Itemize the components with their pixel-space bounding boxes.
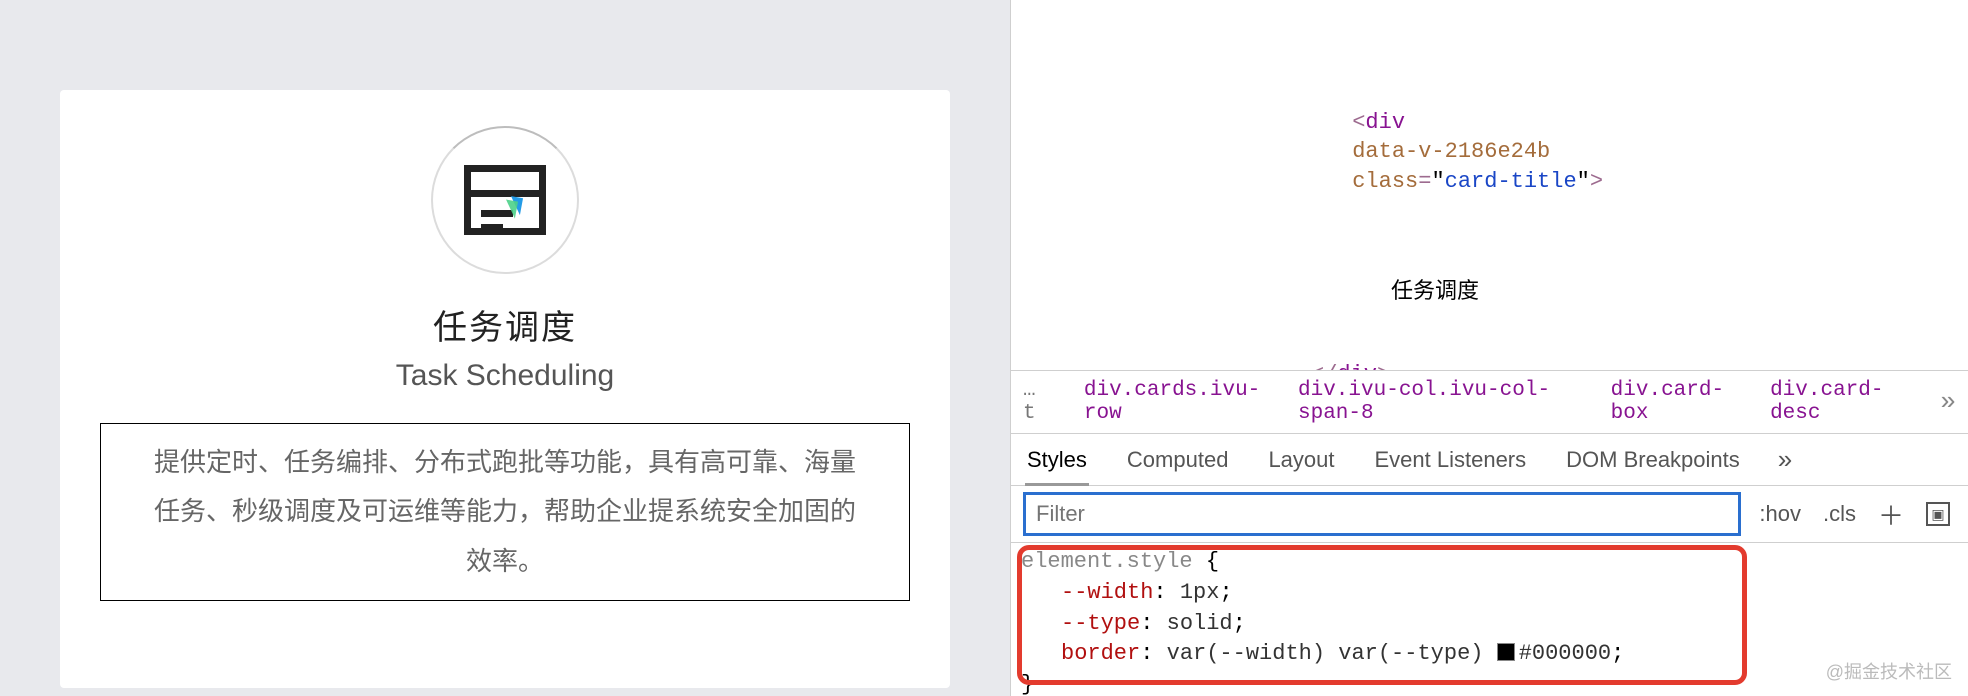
styles-filter-input[interactable]: [1023, 492, 1741, 536]
preview-pane: 任务调度 Task Scheduling 提供定时、任务编排、分布式跑批等功能，…: [0, 0, 1010, 696]
toggle-hov-button[interactable]: :hov: [1759, 501, 1801, 527]
color-swatch-icon[interactable]: [1497, 643, 1515, 661]
card-icon: [425, 120, 585, 280]
breadcrumb-overflow[interactable]: … t: [1023, 379, 1056, 425]
tab-styles[interactable]: Styles: [1025, 435, 1089, 485]
tab-dom-breakpoints[interactable]: DOM Breakpoints: [1564, 435, 1742, 485]
breadcrumb-item[interactable]: div.ivu-col.ivu-col-span-8: [1298, 379, 1583, 425]
card-box: 任务调度 Task Scheduling 提供定时、任务编排、分布式跑批等功能，…: [60, 90, 950, 688]
tabs-overflow-icon[interactable]: »: [1778, 444, 1792, 475]
styles-pane[interactable]: element.style { --width: 1px; --type: so…: [1011, 543, 1968, 696]
devtools-panel: <div data-v-2186e24b class="card-title">…: [1010, 0, 1968, 696]
tab-layout[interactable]: Layout: [1266, 435, 1336, 485]
breadcrumb-scroll-right-icon[interactable]: »: [1940, 387, 1956, 417]
styles-subtabs: Styles Computed Layout Event Listeners D…: [1011, 434, 1968, 486]
elements-breadcrumbs[interactable]: … t div.cards.ivu-row div.ivu-col.ivu-co…: [1011, 370, 1968, 434]
breadcrumb-item[interactable]: div.card-box: [1611, 379, 1742, 425]
styles-filter-row: :hov .cls ＋ ▣: [1011, 486, 1968, 543]
card-title: 任务调度: [100, 300, 910, 349]
tab-event-listeners[interactable]: Event Listeners: [1373, 435, 1529, 485]
tab-computed[interactable]: Computed: [1125, 435, 1231, 485]
breadcrumb-item[interactable]: div.card-desc: [1770, 379, 1912, 425]
card-desc: 提供定时、任务编排、分布式跑批等功能，具有高可靠、海量任务、秒级调度及可运维等能…: [100, 423, 910, 601]
watermark: @掘金技术社区: [1826, 658, 1952, 684]
breadcrumb-item[interactable]: div.cards.ivu-row: [1084, 379, 1270, 425]
toggle-cls-button[interactable]: .cls: [1823, 501, 1856, 527]
toggle-sidebar-button[interactable]: ▣: [1926, 502, 1950, 526]
elements-dom-tree[interactable]: <div data-v-2186e24b class="card-title">…: [1011, 0, 1968, 370]
new-style-rule-button[interactable]: ＋: [1878, 496, 1904, 533]
card-label: Task Scheduling: [100, 359, 910, 393]
